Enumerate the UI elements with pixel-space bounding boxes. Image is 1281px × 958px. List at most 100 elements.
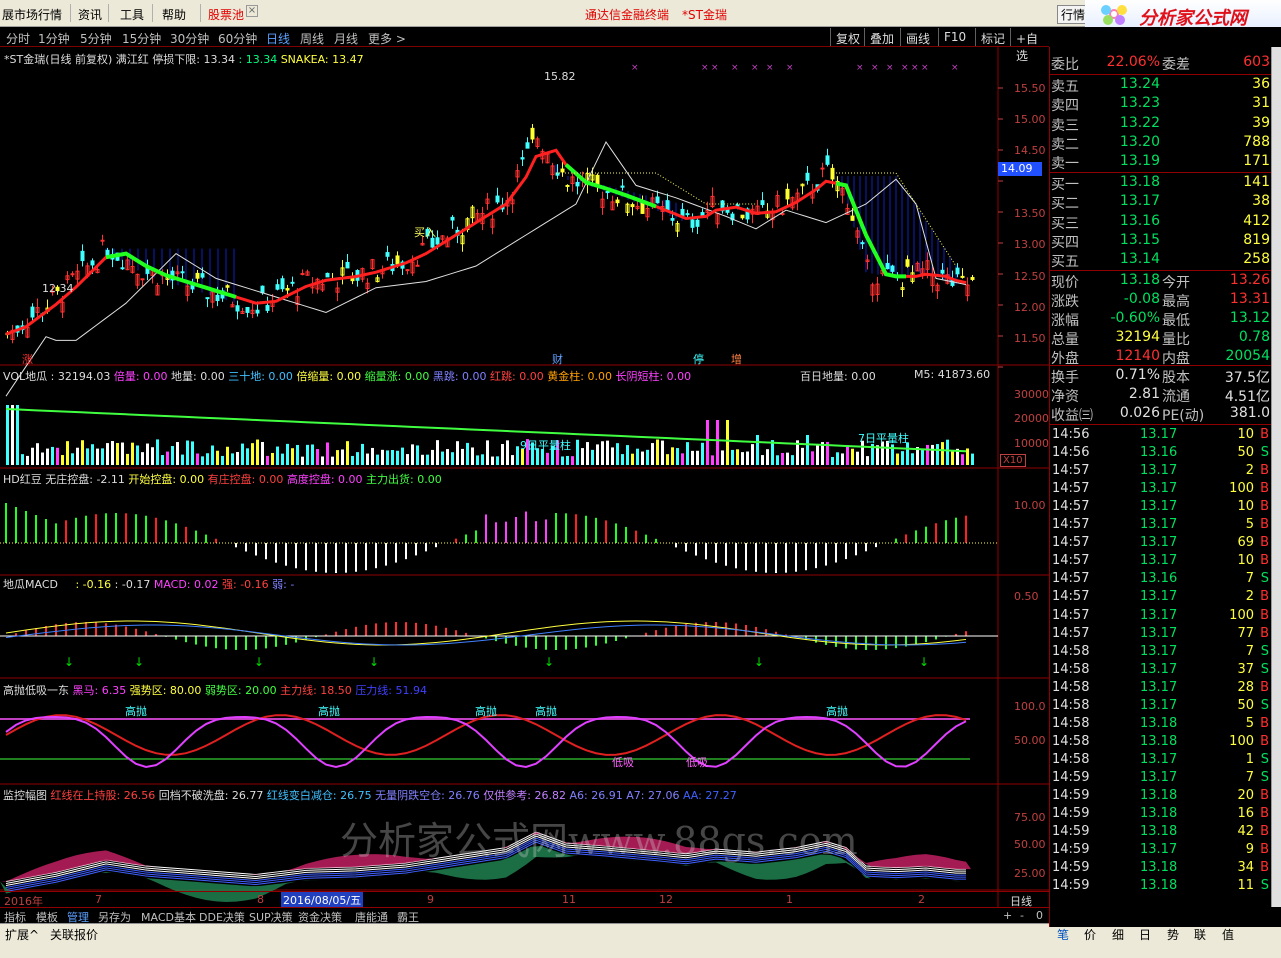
tick-volume: 42 xyxy=(1237,824,1254,840)
buy-level-row[interactable]: 买二 13.17 38 xyxy=(1050,193,1272,212)
tick-volume: 2 xyxy=(1245,463,1254,479)
candle-body xyxy=(905,259,910,267)
date-cursor: 2016/08/05/五 xyxy=(281,892,364,908)
tick-row: 14:56 13.16 50 S xyxy=(1050,445,1272,463)
sell-level-row[interactable]: 卖四 13.23 31 xyxy=(1050,95,1272,114)
tab-value[interactable]: 值 xyxy=(1222,926,1234,943)
period-monthly[interactable]: 月线 xyxy=(334,30,358,47)
close-icon[interactable]: × xyxy=(246,5,258,17)
menu-tools[interactable]: 工具 xyxy=(120,6,144,23)
period-more[interactable]: 更多 > xyxy=(368,30,406,47)
sell-level-row[interactable]: 卖五 13.24 36 xyxy=(1050,76,1272,95)
candle-body xyxy=(525,142,530,149)
buy-price: 13.14 xyxy=(1119,251,1160,268)
tick-price: 13.17 xyxy=(1140,661,1178,677)
menu-market[interactable]: 展市场行情 xyxy=(2,6,62,23)
period-daily[interactable]: 日线 xyxy=(266,30,290,47)
jk-f: A6: 26.91 xyxy=(569,789,623,802)
volume-bar xyxy=(151,447,154,465)
candle-body xyxy=(235,305,240,312)
finance-row: 换手 0.71% 股本 37.5亿 xyxy=(1050,367,1272,386)
sell-price: 13.22 xyxy=(1119,114,1160,131)
add-favorite-button[interactable]: +自选 xyxy=(1010,28,1049,63)
overlay-button[interactable]: 叠加 xyxy=(864,28,899,46)
period-weekly[interactable]: 周线 xyxy=(300,30,324,47)
tab-detail[interactable]: 细 xyxy=(1112,926,1124,943)
candle-body xyxy=(605,191,610,194)
volume-bar xyxy=(931,444,934,465)
volume-bar xyxy=(21,454,24,465)
volume-bar xyxy=(456,441,459,465)
stock-title: *ST金瑞 xyxy=(682,8,727,22)
sell-level-row[interactable]: 卖二 13.20 788 xyxy=(1050,134,1272,153)
candle-body xyxy=(280,278,285,290)
date-tick: 8 xyxy=(257,893,264,906)
stat-label: 涨幅 xyxy=(1051,313,1079,329)
buy-level-row[interactable]: 买一 13.18 141 xyxy=(1050,174,1272,193)
menu-news[interactable]: 资讯 xyxy=(78,6,102,23)
tab-link[interactable]: 联 xyxy=(1194,926,1206,943)
volume-bar xyxy=(856,451,859,465)
volume-bar xyxy=(686,442,689,465)
tab-trend[interactable]: 势 xyxy=(1167,926,1179,943)
expand-button[interactable]: 扩展^ xyxy=(5,926,39,943)
tab-price[interactable]: 价 xyxy=(1084,926,1096,943)
x-marker: × xyxy=(766,63,774,73)
volume-bar xyxy=(676,448,679,465)
fuquan-button[interactable]: 复权 xyxy=(830,28,865,46)
x-marker: × xyxy=(901,63,909,73)
tick-row: 14:57 13.17 69 B xyxy=(1050,535,1272,553)
sell-level-row[interactable]: 卖三 13.22 39 xyxy=(1050,115,1272,134)
candle-body xyxy=(680,208,685,216)
zoom-in-button[interactable]: + xyxy=(1003,909,1012,922)
period-60min[interactable]: 60分钟 xyxy=(218,30,257,47)
scrollbar[interactable] xyxy=(1271,47,1281,907)
gao-a: 黑马: 6.35 xyxy=(72,684,127,697)
tick-time: 14:59 xyxy=(1052,860,1090,876)
period-5min[interactable]: 5分钟 xyxy=(80,30,112,47)
volume-bar xyxy=(81,440,84,465)
volume-bar xyxy=(401,447,404,465)
gao-header: 高抛低吸一东 黑马: 6.35 强势区: 80.00 弱势区: 20.00 主力… xyxy=(3,682,427,698)
buy-level-label: 买五 xyxy=(1051,254,1079,271)
tab-day[interactable]: 日 xyxy=(1139,926,1151,943)
period-fenshi[interactable]: 分时 xyxy=(6,30,30,47)
f10-button[interactable]: F10 xyxy=(938,28,971,46)
mark-button[interactable]: 标记 xyxy=(975,28,1010,46)
tick-side: B xyxy=(1260,824,1269,840)
hd-c: 有庄控盘: 0.00 xyxy=(207,473,284,486)
candle-body xyxy=(630,204,635,208)
tick-side: B xyxy=(1260,517,1269,533)
event-ting: 停 xyxy=(693,353,704,366)
menu-separator xyxy=(108,4,109,22)
buy-level-row[interactable]: 买三 13.16 412 xyxy=(1050,213,1272,232)
tab-tick[interactable]: 笔 xyxy=(1057,926,1069,943)
candle-body xyxy=(890,265,895,272)
buy-level-row[interactable]: 买四 13.15 819 xyxy=(1050,232,1272,251)
gao-label-dx: 低吸 xyxy=(686,756,708,769)
volume-bar xyxy=(621,454,624,465)
gao-b: 强势区: 80.00 xyxy=(129,684,202,697)
menu-stock-pool[interactable]: 股票池 xyxy=(208,6,244,23)
volume-bar xyxy=(231,453,234,465)
related-quote-button[interactable]: 关联报价 xyxy=(50,926,98,943)
axis-label: 10.00 xyxy=(1014,499,1046,512)
tick-side: S xyxy=(1260,769,1269,785)
tick-price: 13.17 xyxy=(1140,607,1178,623)
volume-bar xyxy=(106,443,109,465)
period-1min[interactable]: 1分钟 xyxy=(38,30,70,47)
period-30min[interactable]: 30分钟 xyxy=(170,30,209,47)
down-arrow-icon: ↓ xyxy=(369,655,379,669)
volume-bar xyxy=(441,451,444,465)
volume-bar xyxy=(126,453,129,465)
tick-side: B xyxy=(1260,842,1269,858)
buy-level-row[interactable]: 买五 13.14 258 xyxy=(1050,251,1272,270)
sell-level-row[interactable]: 卖一 13.19 171 xyxy=(1050,153,1272,172)
menu-help[interactable]: 帮助 xyxy=(162,6,186,23)
zoom-out-button[interactable]: - xyxy=(1020,909,1024,922)
period-15min[interactable]: 15分钟 xyxy=(122,30,161,47)
axis-label: 11.50 xyxy=(1014,332,1046,345)
volume-bar xyxy=(566,455,569,465)
draw-line-button[interactable]: 画线 xyxy=(900,28,935,46)
main-force-line xyxy=(5,714,967,756)
